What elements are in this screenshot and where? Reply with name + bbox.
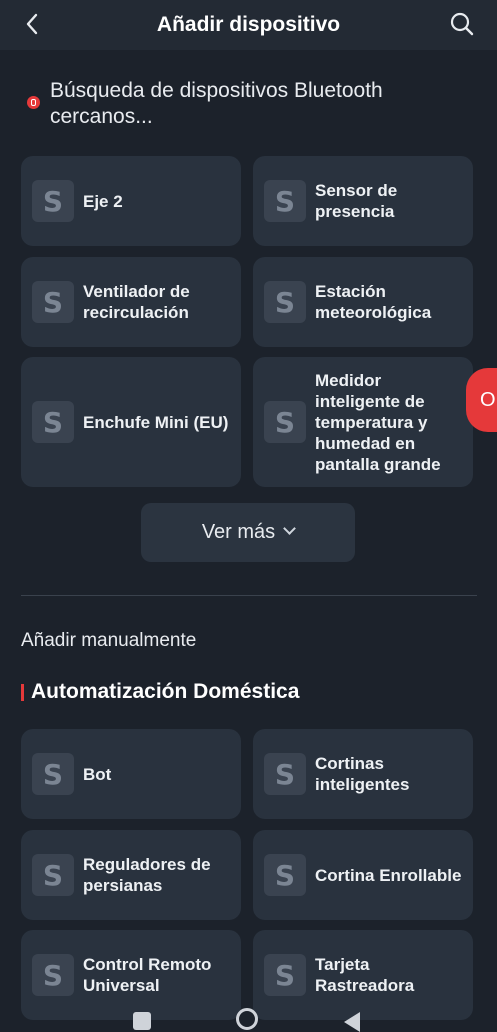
back-triangle-icon[interactable] [344, 1012, 360, 1032]
scan-indicator-icon [27, 96, 40, 109]
device-icon: S [264, 954, 306, 996]
device-card-estacion-meteorologica[interactable]: S Estación meteorológica [253, 257, 473, 347]
device-label: Enchufe Mini (EU) [83, 412, 229, 432]
system-nav-bar [0, 1004, 497, 1032]
device-card-eje-2[interactable]: S Eje 2 [21, 156, 241, 246]
device-icon: S [32, 401, 74, 443]
device-icon: S [264, 854, 306, 896]
search-button[interactable] [447, 8, 477, 40]
device-label: Cortinas inteligentes [315, 754, 410, 794]
device-icon: S [264, 281, 306, 323]
chevron-left-icon [26, 13, 38, 35]
device-card-cortina-enrollable[interactable]: S Cortina Enrollable [253, 830, 473, 920]
device-icon: S [32, 281, 74, 323]
device-icon: S [264, 180, 306, 222]
device-label: Bot [83, 764, 112, 784]
device-card-ventilador[interactable]: S Ventilador de recirculación [21, 257, 241, 347]
device-label: Estación meteorológica [315, 282, 432, 322]
category-title: Automatización Doméstica [31, 680, 300, 703]
device-icon: S [32, 854, 74, 896]
back-button[interactable] [16, 8, 48, 40]
scan-status-text: Búsqueda de dispositivos Bluetooth cerca… [50, 79, 383, 128]
section-divider [21, 595, 477, 596]
device-label: Reguladores de persianas [83, 855, 211, 895]
device-label: Medidor inteligente de temperatura y hum… [315, 370, 441, 474]
device-card-cortinas[interactable]: S Cortinas inteligentes [253, 729, 473, 819]
device-label: Ventilador de recirculación [83, 282, 190, 322]
device-icon: S [32, 180, 74, 222]
device-label: Eje 2 [83, 191, 123, 211]
device-icon: S [32, 954, 74, 996]
chevron-down-icon [283, 522, 297, 535]
app-header: Añadir dispositivo [0, 0, 497, 50]
device-card-sensor-presencia[interactable]: S Sensor de presencia [253, 156, 473, 246]
device-label: Sensor de presencia [315, 181, 398, 221]
category-marker [21, 684, 24, 701]
device-label: Tarjeta Rastreadora [315, 955, 415, 995]
device-card-enchufe-mini[interactable]: S Enchufe Mini (EU) [21, 357, 241, 487]
see-more-button[interactable]: Ver más [141, 503, 355, 562]
device-card-bot[interactable]: S Bot [21, 729, 241, 819]
search-icon [450, 12, 474, 36]
device-icon: S [264, 401, 306, 443]
device-card-reguladores[interactable]: S Reguladores de persianas [21, 830, 241, 920]
bluetooth-scan-status: Búsqueda de dispositivos Bluetooth cerca… [27, 78, 467, 130]
device-card-medidor[interactable]: S Medidor inteligente de temperatura y h… [253, 357, 473, 487]
page-title: Añadir dispositivo [156, 13, 341, 36]
device-label: Cortina Enrollable [315, 865, 462, 885]
home-icon[interactable] [236, 1008, 258, 1030]
see-more-label: Ver más [201, 521, 276, 543]
add-manually-heading: Añadir manualmente [21, 630, 197, 651]
device-label: Control Remoto Universal [83, 955, 212, 995]
recents-icon[interactable] [133, 1012, 151, 1030]
device-icon: S [264, 753, 306, 795]
floating-badge-text: O [480, 388, 496, 411]
device-icon: S [32, 753, 74, 795]
floating-badge-button[interactable]: O [466, 368, 497, 432]
